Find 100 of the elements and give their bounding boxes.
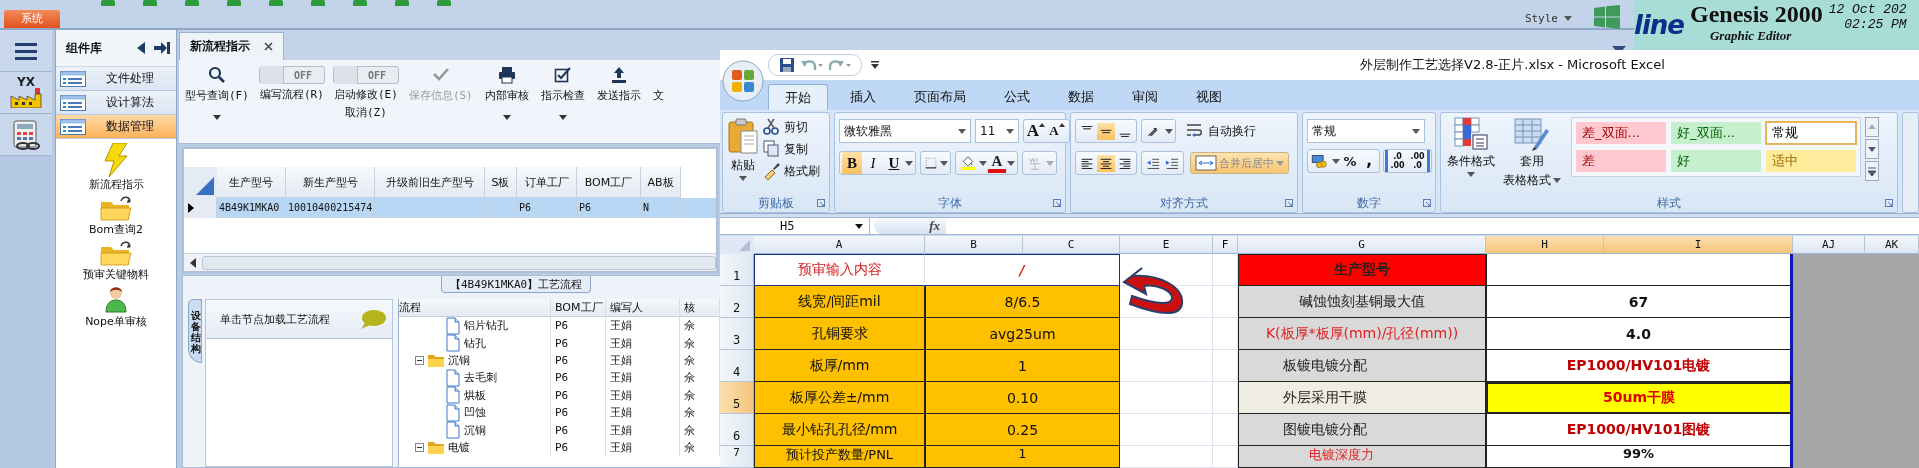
underline-button[interactable]: U: [884, 152, 904, 174]
column-header[interactable]: C: [1023, 236, 1120, 254]
horizontal-scrollbar[interactable]: [184, 253, 716, 271]
side-button[interactable]: [0, 114, 52, 156]
borders-icon[interactable]: [923, 155, 939, 171]
category-item[interactable]: 数据管理: [56, 115, 176, 139]
ribbon-tab[interactable]: 插入: [834, 84, 892, 110]
tool-item[interactable]: 预审关键物料: [83, 239, 149, 282]
ribbon-tab[interactable]: 审阅: [1116, 84, 1174, 110]
pin-icon[interactable]: [154, 41, 170, 55]
ribbon-tab[interactable]: 公式: [988, 84, 1046, 110]
style-menu[interactable]: Style: [1524, 10, 1572, 26]
side-tab[interactable]: 设备结构: [188, 299, 202, 363]
customize-icon[interactable]: [870, 60, 880, 70]
toolbar-button[interactable]: 指示检查: [538, 66, 587, 120]
dialog-launcher-icon[interactable]: [1423, 199, 1431, 207]
toggle-switch[interactable]: OFF: [332, 66, 399, 84]
save-icon[interactable]: [779, 57, 795, 73]
ribbon-tab[interactable]: 开始: [768, 84, 828, 110]
ribbon-button[interactable]: 剪切: [763, 117, 820, 137]
document-tab[interactable]: 新流程指示: [179, 32, 284, 60]
cell-style-item[interactable]: 常规: [1766, 122, 1856, 144]
column-header[interactable]: AB板: [641, 167, 681, 198]
category-item[interactable]: 设计算法: [56, 91, 176, 115]
tree-node[interactable]: 烘板: [399, 386, 551, 404]
toggle-switch[interactable]: OFF: [258, 66, 325, 84]
row-header[interactable]: 1: [720, 254, 754, 286]
font-name-field[interactable]: 微软雅黑: [839, 119, 971, 143]
column-header[interactable]: A: [754, 236, 925, 254]
shrink-font-button[interactable]: A: [1047, 120, 1067, 142]
column-header[interactable]: H: [1486, 236, 1604, 254]
insert-function-button[interactable]: fx: [874, 218, 946, 234]
wrap-text-button[interactable]: 自动换行: [1182, 120, 1260, 142]
row-header[interactable]: 4: [720, 350, 754, 382]
row-header[interactable]: [184, 198, 217, 218]
side-button[interactable]: YX: [0, 72, 52, 114]
column-header[interactable]: F: [1213, 236, 1238, 254]
tool-item[interactable]: Nope单审核: [85, 284, 147, 329]
grow-font-button[interactable]: A: [1026, 120, 1046, 142]
table-format-button[interactable]: 套用 表格格式: [1501, 117, 1563, 189]
align-center-icon[interactable]: [1097, 154, 1115, 172]
tree-node[interactable]: 凹蚀: [399, 403, 551, 422]
column-header[interactable]: 新生产型号: [286, 167, 375, 198]
row-header[interactable]: 3: [720, 318, 754, 350]
scrollbar-thumb[interactable]: [202, 255, 716, 270]
percent-button[interactable]: %: [1341, 150, 1359, 172]
dialog-launcher-icon[interactable]: [817, 199, 825, 207]
cell-style-item[interactable]: 差: [1576, 150, 1666, 172]
cell-style-item[interactable]: 差_双面...: [1576, 122, 1666, 144]
row-header[interactable]: 7: [720, 446, 754, 468]
ribbon-button[interactable]: 复制: [763, 139, 820, 159]
paste-button[interactable]: 粘贴: [727, 117, 759, 181]
name-box[interactable]: H5: [720, 218, 870, 234]
ribbon-tab[interactable]: 视图: [1180, 84, 1238, 110]
column-header[interactable]: 流程: [399, 299, 551, 317]
tool-item[interactable]: Bom查询2: [89, 194, 143, 237]
italic-button[interactable]: I: [863, 152, 883, 174]
comma-button[interactable]: ,: [1360, 150, 1378, 172]
tree-node[interactable]: 沉铜: [399, 421, 551, 439]
cell-style-item[interactable]: 好: [1671, 150, 1761, 172]
align-middle-icon[interactable]: [1097, 122, 1115, 140]
tree-node[interactable]: 沉铜: [399, 351, 551, 370]
column-header[interactable]: E: [1120, 236, 1213, 254]
gallery-more-icon[interactable]: [1865, 161, 1879, 181]
tree-node[interactable]: 钻孔: [399, 334, 551, 352]
column-header[interactable]: G: [1238, 236, 1486, 254]
column-header[interactable]: I: [1604, 236, 1793, 254]
ribbon-button[interactable]: 格式刷: [763, 161, 820, 181]
decrease-decimal-button[interactable]: .00 .0: [1408, 150, 1430, 172]
tree-node[interactable]: 电镀: [399, 438, 551, 457]
column-header[interactable]: 编写人: [606, 299, 680, 317]
increase-decimal-button[interactable]: .0 .00: [1385, 150, 1407, 172]
row-header[interactable]: 2: [720, 286, 754, 318]
collapse-icon[interactable]: [415, 355, 424, 365]
toolbar-button[interactable]: 内部审核: [482, 66, 531, 120]
row-header[interactable]: 6: [720, 414, 754, 446]
bold-button[interactable]: B: [842, 152, 862, 174]
column-header[interactable]: 订单工厂: [517, 167, 577, 198]
side-button[interactable]: [0, 30, 52, 72]
close-icon[interactable]: [264, 42, 273, 51]
column-header[interactable]: BOM工厂: [577, 167, 641, 198]
column-header[interactable]: S板: [485, 167, 517, 198]
column-header[interactable]: B: [925, 236, 1023, 254]
column-header[interactable]: AJ: [1793, 236, 1865, 254]
category-item[interactable]: 文件处理: [56, 67, 176, 91]
font-size-field[interactable]: 11: [975, 119, 1019, 143]
ribbon-tab[interactable]: 页面布局: [898, 84, 982, 110]
column-header[interactable]: 生产型号: [217, 167, 286, 198]
row-header[interactable]: 5: [720, 382, 754, 414]
collapse-icon[interactable]: [415, 442, 424, 452]
toolbar-button[interactable]: 发送指示: [594, 66, 643, 103]
scroll-down-icon[interactable]: [1865, 139, 1879, 159]
collapse-icon[interactable]: [136, 42, 146, 54]
column-header[interactable]: 升级前旧生产型号: [375, 167, 485, 198]
tree-node[interactable]: 去毛刺: [399, 369, 551, 387]
cell-style-item[interactable]: 好_双面...: [1671, 122, 1761, 144]
column-header[interactable]: BOM工厂: [551, 299, 606, 317]
fill-color-icon[interactable]: [958, 154, 978, 172]
number-format-field[interactable]: 常规: [1307, 119, 1425, 143]
cell-style-item[interactable]: 适中: [1766, 150, 1856, 172]
